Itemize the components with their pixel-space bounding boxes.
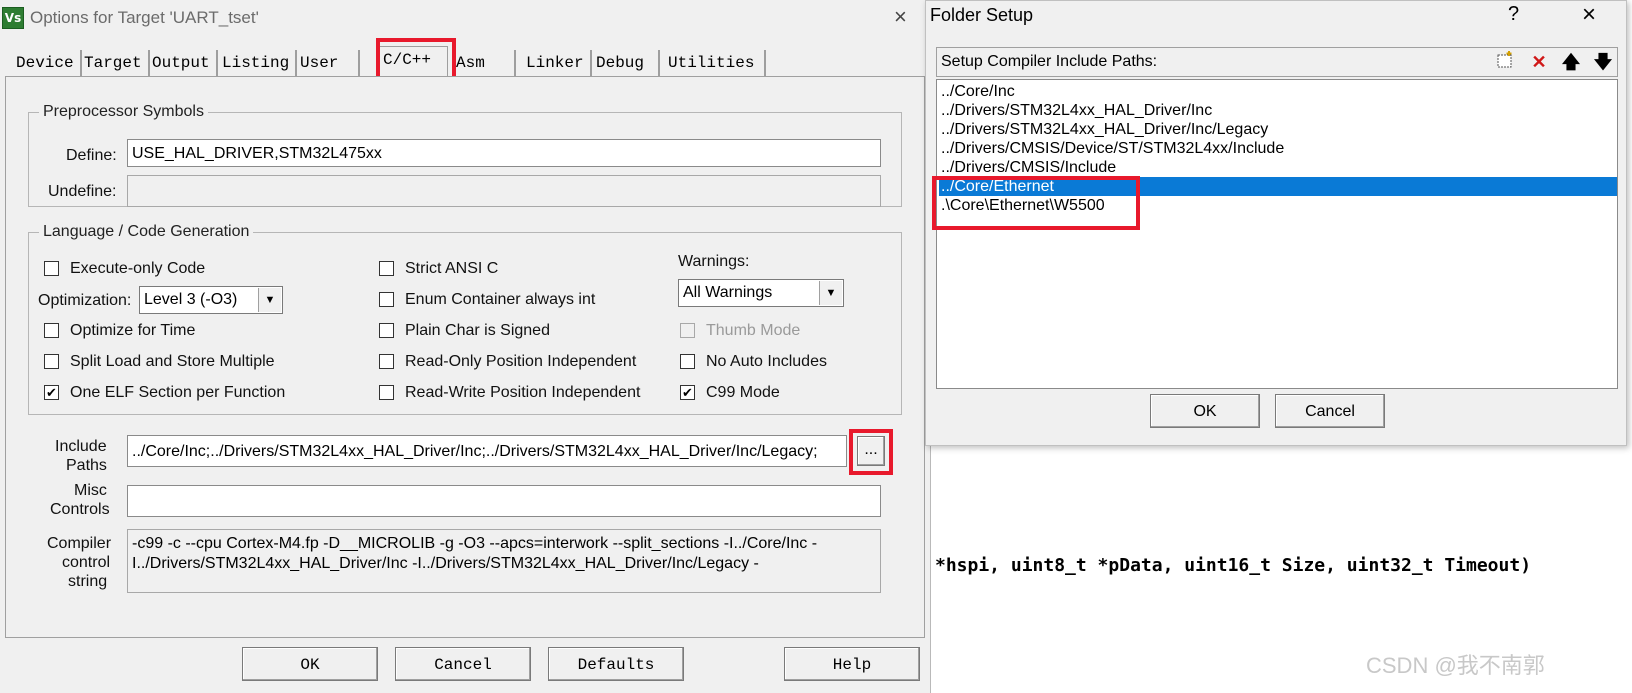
warnings-value: All Warnings [683,284,773,301]
tab-linker[interactable]: Linker [520,50,592,76]
execute-only-label: Execute-only Code [70,260,206,277]
optimization-value: Level 3 (-O3) [144,291,238,308]
folder-ok-button[interactable]: OK [1150,394,1260,428]
define-input[interactable]: USE_HAL_DRIVER,STM32L475xx [127,139,881,167]
c99-mode-label: C99 Mode [706,384,780,401]
tab-target[interactable]: Target [78,50,150,76]
c99-mode-checkbox[interactable]: ✔ [680,385,695,400]
options-dialog: Vs Options for Target 'UART_tset' × Devi… [0,0,931,693]
strict-ansi-checkbox[interactable] [379,261,394,276]
list-item[interactable]: ../Drivers/STM32L4xx_HAL_Driver/Inc [941,101,1212,120]
compiler-label-2: control [62,554,111,571]
cancel-button[interactable]: Cancel [395,647,531,681]
compiler-control-string: -c99 -c --cpu Cortex-M4.fp -D__MICROLIB … [127,529,881,593]
split-load-label: Split Load and Store Multiple [70,353,275,370]
ok-button[interactable]: OK [242,647,378,681]
tab-c-cpp[interactable]: C/C++ [376,46,448,77]
folder-cancel-button[interactable]: Cancel [1275,394,1385,428]
tab-listing[interactable]: Listing [216,50,298,76]
preprocessor-legend: Preprocessor Symbols [43,103,204,120]
cpp-panel: Preprocessor Symbols Define: USE_HAL_DRI… [5,76,925,638]
warnings-label: Warnings: [678,253,750,270]
one-elf-checkbox[interactable]: ✔ [44,385,59,400]
defaults-button[interactable]: Defaults [548,647,684,681]
compiler-line-1: -c99 -c --cpu Cortex-M4.fp -D__MICROLIB … [132,535,818,552]
include-paths-toolbar: Setup Compiler Include Paths: ✕ 🡅 🡇 [936,47,1618,77]
tab-output[interactable]: Output [146,50,218,76]
language-legend: Language / Code Generation [43,223,250,240]
help-icon[interactable]: ? [1508,3,1519,26]
tab-bar: Device Target Output Listing User C/C++ … [0,46,930,77]
compiler-label-3: string [68,573,108,590]
list-item[interactable]: .\Core\Ethernet\W5500 [941,196,1105,215]
list-item-selected[interactable]: ../Core/Ethernet [939,177,1617,196]
folder-setup-dialog: Folder Setup ? × Setup Compiler Include … [925,0,1627,446]
tab-user[interactable]: User [294,50,360,76]
dialog-title: Options for Target 'UART_tset' [30,8,259,27]
enum-container-checkbox[interactable] [379,292,394,307]
split-load-checkbox[interactable] [44,354,59,369]
undefine-input[interactable] [127,175,881,207]
plain-char-checkbox[interactable] [379,323,394,338]
optimize-time-label: Optimize for Time [70,322,196,339]
tab-utilities[interactable]: Utilities [662,50,766,76]
watermark: CSDN @我不南郭 [1366,653,1545,678]
ro-pi-label: Read-Only Position Independent [405,353,637,370]
warnings-select[interactable]: All Warnings ▼ [678,279,844,307]
thumb-mode-checkbox[interactable] [680,323,695,338]
delete-icon[interactable]: ✕ [1527,50,1551,74]
one-elf-label: One ELF Section per Function [70,384,286,401]
include-paths-list[interactable]: ../Core/Inc ../Drivers/STM32L4xx_HAL_Dri… [936,79,1618,389]
list-item[interactable]: ../Drivers/CMSIS/Include [941,158,1116,177]
include-paths-label-2: Paths [66,457,107,474]
rw-pi-label: Read-Write Position Independent [405,384,641,401]
optimize-time-checkbox[interactable] [44,323,59,338]
chevron-down-icon: ▼ [819,281,842,305]
rw-pi-checkbox[interactable] [379,385,394,400]
no-auto-includes-checkbox[interactable] [680,354,695,369]
execute-only-checkbox[interactable] [44,261,59,276]
close-icon[interactable]: × [894,4,907,30]
chevron-down-icon: ▼ [258,288,281,312]
misc-label-2: Controls [50,501,110,518]
list-item[interactable]: ../Core/Inc [941,82,1015,101]
thumb-mode-label: Thumb Mode [706,322,801,339]
enum-container-label: Enum Container always int [405,291,596,308]
tab-debug[interactable]: Debug [590,50,660,76]
help-button[interactable]: Help [784,647,920,681]
move-up-icon[interactable]: 🡅 [1559,50,1583,74]
tab-device[interactable]: Device [10,50,82,76]
ro-pi-checkbox[interactable] [379,354,394,369]
browse-include-paths-button[interactable]: ... [857,436,885,466]
toolbar-label: Setup Compiler Include Paths: [941,53,1158,70]
tab-asm[interactable]: Asm [450,50,516,76]
optimization-label: Optimization: [38,292,132,309]
move-down-icon[interactable]: 🡇 [1591,50,1615,74]
app-icon: Vs [2,7,24,29]
plain-char-label: Plain Char is Signed [405,322,550,339]
include-paths-input[interactable]: ../Core/Inc;../Drivers/STM32L4xx_HAL_Dri… [127,435,847,467]
new-folder-icon[interactable] [1493,50,1517,74]
strict-ansi-label: Strict ANSI C [405,260,499,277]
include-paths-label-1: Include [55,438,107,455]
define-label: Define: [66,147,117,164]
optimization-select[interactable]: Level 3 (-O3) ▼ [139,286,283,314]
folder-setup-title: Folder Setup [930,5,1034,25]
title-bar: Vs Options for Target 'UART_tset' × [0,0,930,36]
misc-controls-input[interactable] [127,485,881,517]
list-item[interactable]: ../Drivers/STM32L4xx_HAL_Driver/Inc/Lega… [941,120,1268,139]
list-item[interactable]: ../Drivers/CMSIS/Device/ST/STM32L4xx/Inc… [941,139,1284,158]
background-code: *hspi, uint8_t *pData, uint16_t Size, ui… [935,555,1532,576]
no-auto-includes-label: No Auto Includes [706,353,827,370]
close-icon[interactable]: × [1582,1,1596,29]
misc-label-1: Misc [74,482,107,499]
undefine-label: Undefine: [48,183,117,200]
compiler-label-1: Compiler [47,535,112,552]
compiler-line-2: I../Drivers/STM32L4xx_HAL_Driver/Inc -I.… [132,555,759,572]
